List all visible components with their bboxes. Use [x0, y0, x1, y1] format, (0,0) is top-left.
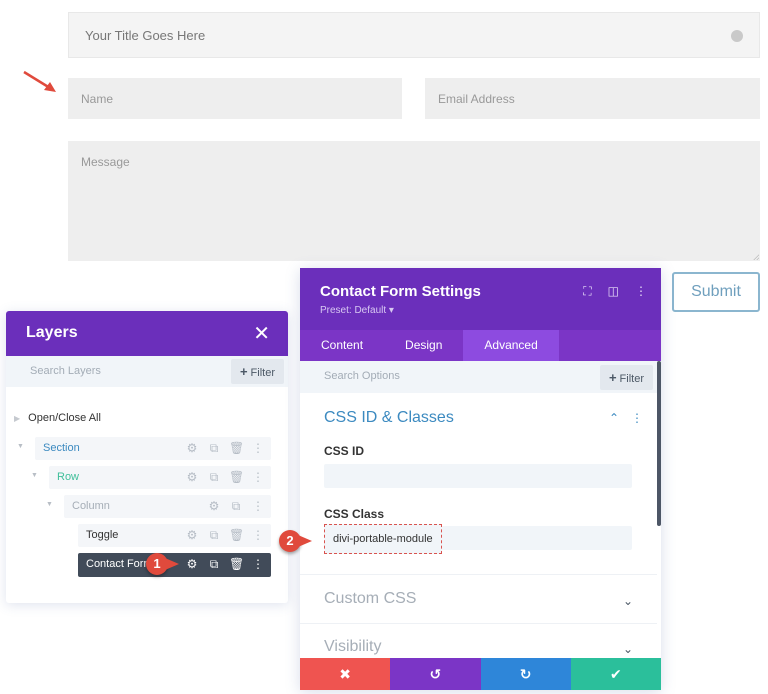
tab-content[interactable]: Content — [300, 330, 384, 361]
fullscreen-icon[interactable]: ⛶ — [583, 284, 591, 299]
split-view-icon[interactable]: ◫ — [608, 284, 619, 299]
callout-badge-1: 1 — [146, 553, 179, 575]
red-arrow-annotation-icon — [23, 70, 56, 92]
more-icon[interactable]: ⋮ — [251, 528, 265, 543]
divider — [300, 574, 657, 575]
title-placeholder: Your Title Goes Here — [85, 28, 206, 43]
cancel-button[interactable]: ✖ — [300, 658, 391, 690]
save-button[interactable]: ✔ — [570, 658, 661, 690]
gear-icon[interactable]: ⚙ — [185, 441, 199, 456]
plus-icon: + — [608, 370, 617, 385]
tab-advanced[interactable]: Advanced — [463, 330, 559, 361]
layer-item-section[interactable]: ▼ Section ⚙ ⧉ 🗑 ⋮ — [17, 437, 271, 460]
settings-tabs: Content Design Advanced — [300, 330, 661, 361]
layers-filter-button[interactable]: + Filter — [230, 359, 284, 384]
trash-icon[interactable]: 🗑 — [229, 441, 244, 456]
message-placeholder: Message — [81, 155, 130, 169]
redo-button[interactable]: ↻ — [480, 658, 571, 690]
email-input[interactable]: Email Address — [425, 78, 760, 119]
caret-down-icon[interactable]: ▼ — [17, 443, 24, 450]
section-custom-css[interactable]: Custom CSS — [324, 590, 416, 608]
undo-button[interactable]: ↺ — [390, 658, 481, 690]
tab-design[interactable]: Design — [384, 330, 463, 361]
name-placeholder: Name — [81, 92, 114, 106]
layer-item-toggle[interactable]: Toggle ⚙ ⧉ 🗑 ⋮ — [78, 524, 271, 547]
gear-icon[interactable]: ⚙ — [207, 499, 221, 514]
layers-header: Layers ✕ — [6, 311, 288, 356]
name-input[interactable]: Name — [68, 78, 402, 119]
more-icon[interactable]: ⋮ — [251, 470, 265, 485]
layer-label: Row — [57, 471, 80, 483]
duplicate-icon[interactable]: ⧉ — [207, 470, 221, 485]
group-title-css-id-classes[interactable]: CSS ID & Classes — [324, 409, 454, 427]
settings-search-bar[interactable]: Search Options + Filter — [300, 361, 661, 393]
more-icon[interactable]: ⋮ — [251, 441, 265, 456]
layer-label: Column — [72, 500, 110, 512]
more-options-icon[interactable]: ⋮ — [635, 284, 647, 299]
caret-down-icon[interactable]: ▼ — [31, 472, 38, 479]
open-close-all[interactable]: ▶ Open/Close All — [14, 412, 101, 424]
info-icon — [731, 30, 743, 42]
more-icon[interactable]: ⋮ — [251, 499, 265, 514]
layer-item-column[interactable]: ▼ Column ⚙ ⧉ ⋮ — [46, 495, 271, 518]
layers-search-bar[interactable]: Search Layers + Filter — [6, 356, 288, 387]
close-icon[interactable]: ✕ — [253, 321, 270, 346]
email-placeholder: Email Address — [438, 92, 515, 106]
layer-item-row[interactable]: ▼ Row ⚙ ⧉ 🗑 ⋮ — [31, 466, 271, 489]
settings-header[interactable]: Contact Form Settings Preset: Default ▾ … — [300, 268, 661, 330]
trash-icon[interactable]: 🗑 — [229, 528, 244, 543]
css-class-value: divi-portable-module — [324, 524, 442, 554]
resize-handle-icon[interactable] — [753, 254, 759, 260]
css-id-input[interactable] — [324, 464, 632, 488]
layer-label: Section — [43, 442, 80, 454]
chevron-down-icon[interactable]: ⌄ — [623, 642, 633, 656]
css-id-label: CSS ID — [324, 444, 365, 458]
layers-search-input[interactable]: Search Layers — [30, 365, 101, 377]
chevron-up-icon[interactable]: ⌃ — [609, 411, 619, 425]
settings-search-input[interactable]: Search Options — [324, 370, 400, 382]
caret-right-icon: ▶ — [14, 414, 21, 423]
css-class-label: CSS Class — [324, 507, 385, 521]
open-close-all-label: Open/Close All — [28, 412, 101, 424]
settings-footer: ✖ ↺ ↻ ✔ — [300, 658, 661, 690]
filter-label: Filter — [619, 373, 644, 385]
caret-down-icon[interactable]: ▼ — [46, 501, 53, 508]
duplicate-icon[interactable]: ⧉ — [229, 499, 243, 514]
settings-filter-button[interactable]: + Filter — [599, 365, 653, 390]
callout-badge-2: 2 — [279, 530, 312, 552]
settings-title: Contact Form Settings — [320, 283, 481, 300]
gear-icon[interactable]: ⚙ — [185, 557, 199, 572]
duplicate-icon[interactable]: ⧉ — [207, 441, 221, 456]
chevron-down-icon[interactable]: ⌄ — [623, 594, 633, 608]
layer-label: Contact Form — [86, 558, 153, 570]
duplicate-icon[interactable]: ⧉ — [207, 528, 221, 543]
contact-form-settings-modal: Contact Form Settings Preset: Default ▾ … — [300, 268, 661, 690]
title-field[interactable]: Your Title Goes Here — [68, 12, 760, 58]
submit-button[interactable]: Submit — [672, 272, 760, 312]
layer-label: Toggle — [86, 529, 119, 541]
filter-label: Filter — [250, 367, 275, 379]
group-more-icon[interactable]: ⋮ — [631, 411, 643, 425]
css-class-input[interactable]: divi-portable-module — [324, 524, 632, 554]
message-textarea[interactable]: Message — [68, 141, 760, 261]
gear-icon[interactable]: ⚙ — [185, 470, 199, 485]
layers-title: Layers — [26, 324, 78, 341]
more-icon[interactable]: ⋮ — [251, 557, 265, 572]
trash-icon[interactable]: 🗑 — [229, 470, 244, 485]
section-visibility[interactable]: Visibility — [324, 638, 382, 656]
divider — [300, 623, 657, 624]
duplicate-icon[interactable]: ⧉ — [207, 557, 221, 572]
settings-scrollbar[interactable] — [657, 361, 661, 526]
gear-icon[interactable]: ⚙ — [185, 528, 199, 543]
plus-icon: + — [239, 364, 248, 379]
preset-dropdown[interactable]: Preset: Default ▾ — [320, 305, 394, 316]
trash-icon[interactable]: 🗑 — [229, 557, 244, 572]
